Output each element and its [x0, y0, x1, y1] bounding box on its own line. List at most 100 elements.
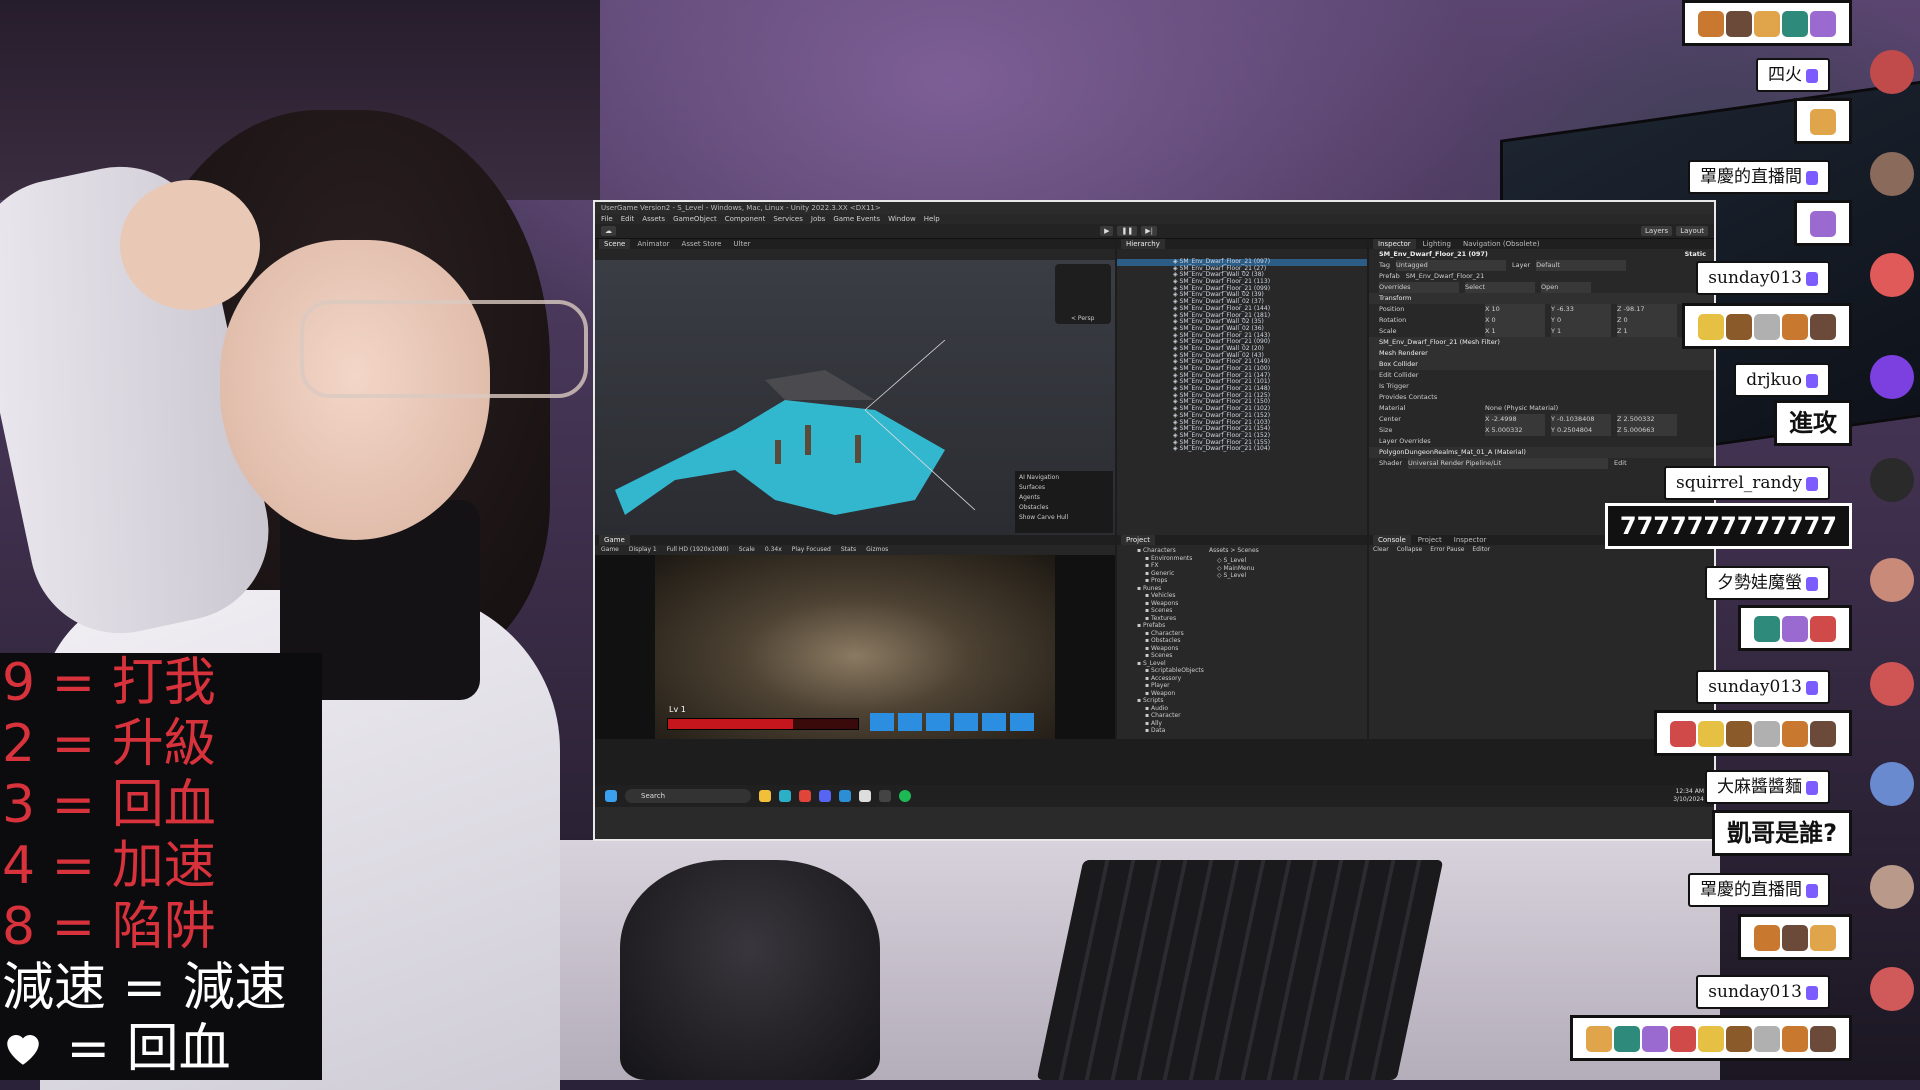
unity-editor-window[interactable]: UserGame Version2 - S_Level - Windows, M…	[593, 200, 1716, 841]
center-x-field[interactable]: X -2.4998	[1485, 414, 1545, 425]
folder-item[interactable]: ▪ Character	[1137, 712, 1227, 720]
tab-project[interactable]: Project	[1413, 535, 1447, 545]
folder-item[interactable]: ▪ Data	[1137, 727, 1227, 735]
size-x-field[interactable]: X 5.000332	[1485, 425, 1545, 436]
menu-item-jobs[interactable]: Jobs	[811, 214, 825, 224]
tab-scene[interactable]: Scene	[599, 239, 631, 249]
account-button[interactable]: ☁	[601, 226, 616, 236]
tab-navigation-obsolete-[interactable]: Navigation (Obsolete)	[1458, 239, 1545, 249]
stats-button[interactable]: Stats	[841, 545, 856, 555]
menu-item-file[interactable]: File	[601, 214, 613, 224]
game-mode[interactable]: Game	[601, 545, 619, 555]
open-button[interactable]: Open	[1541, 282, 1591, 293]
overlay-item[interactable]: AI Navigation	[1019, 473, 1109, 483]
folder-item[interactable]: ▪ S_Level	[1137, 660, 1227, 668]
overlay-item[interactable]: Obstacles	[1019, 503, 1109, 513]
resolution-select[interactable]: Full HD (1920x1080)	[667, 545, 729, 555]
console-error-pause-button[interactable]: Error Pause	[1430, 545, 1464, 555]
scene-file[interactable]: ◇ S_Level	[1217, 557, 1357, 565]
layer-overrides-label[interactable]: Layer Overrides	[1379, 436, 1431, 447]
is-trigger-label[interactable]: Is Trigger	[1379, 381, 1409, 392]
folder-item[interactable]: ▪ Scenes	[1137, 652, 1227, 660]
tab-ulter[interactable]: Ulter	[728, 239, 755, 249]
folder-item[interactable]: ▪ Generic	[1137, 570, 1227, 578]
vscode-icon[interactable]	[839, 790, 851, 802]
menu-item-assets[interactable]: Assets	[642, 214, 665, 224]
spotify-icon[interactable]	[899, 790, 911, 802]
unity-icon[interactable]	[859, 790, 871, 802]
folder-item[interactable]: ▪ Audio	[1137, 705, 1227, 713]
layer-select[interactable]: Default	[1536, 260, 1627, 271]
tag-select[interactable]: Untagged	[1396, 260, 1507, 271]
folder-item[interactable]: ▪ Props	[1137, 577, 1227, 585]
select-button[interactable]: Select	[1465, 282, 1535, 293]
prefab-field[interactable]: SM_Env_Dwarf_Floor_21	[1406, 271, 1485, 282]
folder-item[interactable]: ▪ Weapons	[1137, 600, 1227, 608]
step-button[interactable]: ▶|	[1141, 226, 1157, 236]
ai-navigation-overlay[interactable]: AI Navigation Surfaces Agents Obstacles Show…	[1015, 471, 1113, 533]
menu-item-edit[interactable]: Edit	[621, 214, 635, 224]
menu-item-services[interactable]: Services	[773, 214, 803, 224]
tab-animator[interactable]: Animator	[632, 239, 674, 249]
material-field[interactable]: None (Physic Material)	[1485, 403, 1558, 414]
scale-x-field[interactable]: X 1	[1485, 326, 1545, 337]
folder-item[interactable]: ▪ Obstacles	[1137, 637, 1227, 645]
scale-y-field[interactable]: Y 1	[1551, 326, 1611, 337]
overlay-item[interactable]: Show Carve Hull	[1019, 513, 1109, 523]
shader-edit-button[interactable]: Edit	[1614, 458, 1627, 469]
game-view[interactable]: Lv 1	[595, 555, 1115, 739]
folder-item[interactable]: ▪ Player	[1137, 682, 1227, 690]
provides-contacts-label[interactable]: Provides Contacts	[1379, 392, 1437, 403]
menu-item-window[interactable]: Window	[888, 214, 916, 224]
menu-item-game-events[interactable]: Game Events	[833, 214, 880, 224]
tab-inspector[interactable]: Inspector	[1373, 239, 1416, 249]
folder-item[interactable]: ▪ Scenes	[1137, 607, 1227, 615]
position-y-field[interactable]: Y -6.33	[1551, 304, 1611, 315]
rotation-x-field[interactable]: X 0	[1485, 315, 1545, 326]
file-explorer-icon[interactable]	[759, 790, 771, 802]
tab-asset-store[interactable]: Asset Store	[677, 239, 727, 249]
overlay-item[interactable]: Agents	[1019, 493, 1109, 503]
shader-select[interactable]: Universal Render Pipeline/Lit	[1408, 458, 1609, 469]
gizmos-button[interactable]: Gizmos	[866, 545, 888, 555]
menu-item-help[interactable]: Help	[924, 214, 940, 224]
display-select[interactable]: Display 1	[629, 545, 657, 555]
tab-console[interactable]: Console	[1373, 535, 1411, 545]
folder-item[interactable]: ▪ ScriptableObjects	[1137, 667, 1227, 675]
folder-item[interactable]: ▪ Runes	[1137, 585, 1227, 593]
pause-button[interactable]: ❚❚	[1117, 226, 1138, 236]
console-clear-button[interactable]: Clear	[1373, 545, 1389, 555]
folder-item[interactable]: ▪ Textures	[1137, 615, 1227, 623]
folder-item[interactable]: ▪ FX	[1137, 562, 1227, 570]
overrides-button[interactable]: Overrides	[1379, 282, 1459, 293]
folder-item[interactable]: ▪ Weapon	[1137, 690, 1227, 698]
folder-item[interactable]: ▪ Environments	[1137, 555, 1227, 563]
scene-file[interactable]: ◇ S_Level	[1217, 572, 1357, 580]
discord-icon[interactable]	[819, 790, 831, 802]
scene-view[interactable]: < Persp AI Navigation Surfaces Agents Obsta…	[595, 260, 1115, 535]
size-y-field[interactable]: Y 0.2504804	[1551, 425, 1611, 436]
tab-game[interactable]: Game	[599, 535, 630, 545]
chrome-icon[interactable]	[799, 790, 811, 802]
scene-file[interactable]: ◇ MainMenu	[1217, 565, 1357, 573]
console-collapse-button[interactable]: Collapse	[1397, 545, 1423, 555]
folder-item[interactable]: ▪ Prefabs	[1137, 622, 1227, 630]
rotation-y-field[interactable]: Y 0	[1551, 315, 1611, 326]
tab-project[interactable]: Project	[1121, 535, 1155, 545]
folder-item[interactable]: ▪ Ally	[1137, 720, 1227, 728]
edge-icon[interactable]	[779, 790, 791, 802]
edit-collider-label[interactable]: Edit Collider	[1379, 370, 1418, 381]
folder-item[interactable]: ▪ Accessory	[1137, 675, 1227, 683]
folder-item[interactable]: ▪ Scripts	[1137, 697, 1227, 705]
taskbar-search[interactable]: Search	[625, 789, 751, 803]
tab-lighting[interactable]: Lighting	[1418, 239, 1456, 249]
scene-gizmo[interactable]: < Persp	[1055, 264, 1111, 324]
folder-item[interactable]: ▪ Vehicles	[1137, 592, 1227, 600]
object-name[interactable]: SM_Env_Dwarf_Floor_21 (097)	[1379, 249, 1488, 260]
folder-item[interactable]: ▪ Weapons	[1137, 645, 1227, 653]
hierarchy-item[interactable]: ◈ SM_Env_Dwarf_Floor_21 (104)	[1117, 446, 1367, 453]
tab-inspector[interactable]: Inspector	[1449, 535, 1492, 545]
obs-icon[interactable]	[879, 790, 891, 802]
windows-start-icon[interactable]	[605, 790, 617, 802]
tab-hierarchy[interactable]: Hierarchy	[1121, 239, 1165, 249]
